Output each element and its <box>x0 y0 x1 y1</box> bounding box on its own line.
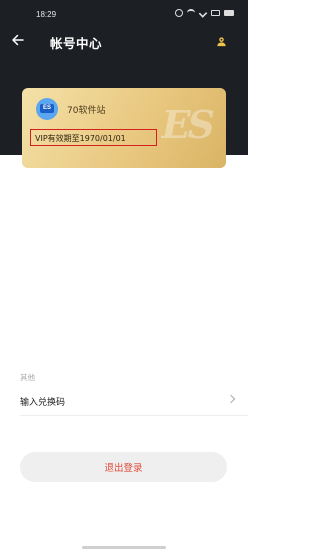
vip-expiry-highlight: VIP有效期至1970/01/01 <box>30 129 157 146</box>
sim-icon <box>211 10 220 16</box>
back-arrow-icon[interactable] <box>11 33 25 47</box>
top-app-bar: 帐号中心 <box>0 30 248 56</box>
avatar[interactable]: ES <box>36 98 58 120</box>
battery-icon <box>224 10 234 16</box>
chevron-right-icon <box>226 394 236 404</box>
redeem-code-label: 输入兑换码 <box>20 398 66 408</box>
alarm-icon <box>175 9 183 17</box>
home-indicator[interactable] <box>82 546 166 549</box>
wifi-icon <box>187 9 195 17</box>
avatar-logo: ES <box>40 104 54 113</box>
profile-icon[interactable] <box>216 36 227 47</box>
vip-expiry-text: VIP有效期至1970/01/01 <box>35 134 126 143</box>
card-watermark: ES <box>161 102 215 147</box>
account-name: 70软件站 <box>67 106 106 116</box>
signal-icon <box>198 8 208 18</box>
redeem-code-row[interactable]: 输入兑换码 <box>0 387 248 415</box>
status-icons <box>175 8 234 18</box>
divider <box>20 415 248 416</box>
logout-button[interactable]: 退出登录 <box>20 452 227 482</box>
status-time: 18:29 <box>36 10 57 19</box>
section-label-other: 其他 <box>20 373 35 382</box>
page-title: 帐号中心 <box>50 36 103 51</box>
vip-card: ES ES 70软件站 VIP有效期至1970/01/01 <box>22 88 226 168</box>
status-bar: 18:29 <box>0 0 248 30</box>
